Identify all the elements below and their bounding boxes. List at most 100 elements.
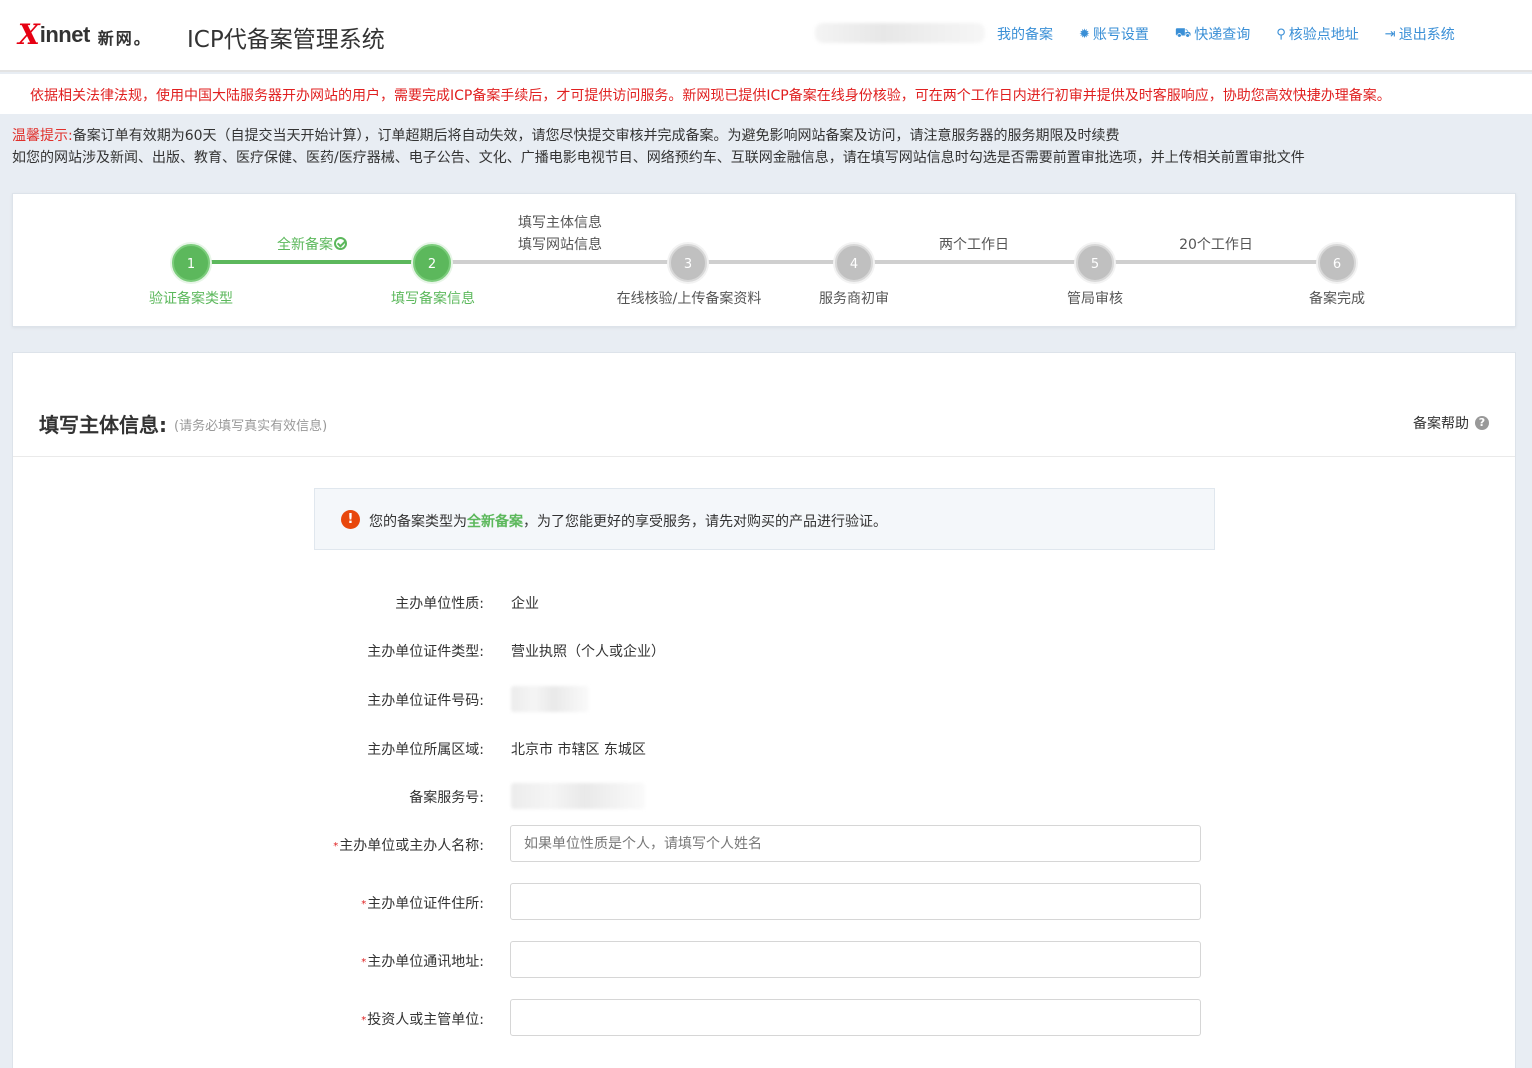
unit-name-label: *主办单位或主办人名称: bbox=[333, 835, 484, 855]
nav-express-query-label: 快递查询 bbox=[1194, 27, 1251, 43]
row-region: 主办单位所属区域: 北京市 市辖区 东城区 bbox=[13, 729, 1515, 767]
row-cert-type: 主办单位证件类型: 营业执照（个人或企业） bbox=[13, 631, 1515, 669]
tips-line-1-text: 备案订单有效期为60天（自提交当天开始计算），订单超期后将自动失效，请您尽快提交… bbox=[72, 128, 1120, 144]
nav-logout[interactable]: ⇥ 退出系统 bbox=[1385, 24, 1455, 44]
connector-1-label: 全新备案 bbox=[277, 234, 347, 254]
tips-label: 温馨提示: bbox=[12, 128, 73, 144]
sign-out-icon: ⇥ bbox=[1384, 26, 1396, 42]
required-mark: * bbox=[361, 957, 367, 968]
nav-verify-address-label: 核验点地址 bbox=[1288, 27, 1359, 43]
row-service-number: 备案服务号: bbox=[13, 777, 1515, 815]
cert-type-value: 营业执照（个人或企业） bbox=[511, 644, 665, 660]
step-2-circle: 2 bbox=[413, 244, 451, 282]
unit-name-input[interactable] bbox=[510, 825, 1201, 862]
header: Xinnet 新网。 ICP代备案管理系统 我的备案 ✹ 账号设置 ⛟ 快递查询 ⚲ 核… bbox=[0, 0, 1532, 72]
region-label: 主办单位所属区域: bbox=[367, 742, 484, 758]
connector-2 bbox=[451, 260, 669, 264]
step-6-circle: 6 bbox=[1318, 244, 1356, 282]
mail-address-input[interactable] bbox=[510, 941, 1201, 978]
service-number-redacted bbox=[511, 783, 645, 809]
nav-verify-address[interactable]: ⚲ 核验点地址 bbox=[1276, 24, 1359, 44]
nav-my-filings-label: 我的备案 bbox=[997, 27, 1053, 43]
form-subtitle: (请务必填写真实有效信息) bbox=[174, 419, 328, 434]
row-cert-number: 主办单位证件号码: bbox=[13, 680, 1515, 718]
logo-innet: innet bbox=[39, 22, 91, 47]
connector-4-label: 两个工作日 bbox=[939, 237, 1009, 253]
row-investor: *投资人或主管单位: bbox=[13, 999, 1515, 1037]
exclamation-circle-icon: ! bbox=[341, 510, 360, 529]
step-2-label: 填写备案信息 bbox=[391, 291, 475, 307]
form-header: 填写主体信息: (请务必填写真实有效信息) 备案帮助? bbox=[13, 353, 1515, 457]
filing-help-label: 备案帮助 bbox=[1413, 416, 1469, 432]
cert-address-label: *主办单位证件住所: bbox=[361, 893, 484, 913]
connector-2-label-line2: 填写网站信息 bbox=[518, 237, 602, 253]
unit-nature-label: 主办单位性质: bbox=[395, 596, 484, 612]
top-nav: 我的备案 ✹ 账号设置 ⛟ 快递查询 ⚲ 核验点地址 ⇥ 退出系统 bbox=[997, 24, 1455, 44]
investor-input[interactable] bbox=[510, 999, 1201, 1036]
legal-notice-bar: 依据相关法律法规，使用中国大陆服务器开办网站的用户，需要完成ICP备案手续后，才… bbox=[0, 74, 1532, 114]
warm-tips: 温馨提示:备案订单有效期为60天（自提交当天开始计算），订单超期后将自动失效，请… bbox=[12, 125, 1305, 169]
app-title: ICP代备案管理系统 bbox=[187, 27, 385, 53]
service-number-label: 备案服务号: bbox=[409, 790, 484, 806]
progress-stepper: 全新备案 填写主体信息 填写网站信息 两个工作日 20个工作日 1 2 3 4 … bbox=[12, 193, 1516, 327]
alert-suffix: ，为了您能更好的享受服务，请先对购买的产品进行验证。 bbox=[523, 514, 887, 530]
check-circle-icon bbox=[334, 237, 347, 250]
alert-filing-type: 全新备案 bbox=[467, 514, 523, 530]
cert-number-redacted bbox=[511, 686, 589, 712]
cert-address-label-text: 主办单位证件住所: bbox=[367, 896, 484, 912]
nav-account-settings[interactable]: ✹ 账号设置 bbox=[1079, 24, 1149, 44]
investor-label-text: 投资人或主管单位: bbox=[367, 1012, 484, 1028]
unit-name-label-text: 主办单位或主办人名称: bbox=[339, 838, 484, 854]
row-unit-nature: 主办单位性质: 企业 bbox=[13, 583, 1515, 621]
tips-line-1: 温馨提示:备案订单有效期为60天（自提交当天开始计算），订单超期后将自动失效，请… bbox=[12, 125, 1305, 147]
step-5-circle: 5 bbox=[1076, 244, 1114, 282]
map-marker-icon: ⚲ bbox=[1276, 26, 1286, 42]
region-value: 北京市 市辖区 东城区 bbox=[511, 742, 646, 758]
connector-3 bbox=[689, 260, 835, 264]
row-unit-name: *主办单位或主办人名称: bbox=[13, 825, 1515, 863]
gear-icon: ✹ bbox=[1079, 26, 1090, 42]
cert-number-label: 主办单位证件号码: bbox=[367, 693, 484, 709]
step-3-label: 在线核验/上传备案资料 bbox=[616, 291, 762, 307]
subject-info-form: 填写主体信息: (请务必填写真实有效信息) 备案帮助? ! 您的备案类型为全新备… bbox=[12, 352, 1516, 1068]
step-5-label: 管局审核 bbox=[1067, 291, 1123, 307]
cert-address-input[interactable] bbox=[510, 883, 1201, 920]
brand-logo[interactable]: Xinnet 新网。 bbox=[18, 20, 152, 50]
step-4-circle: 4 bbox=[835, 244, 873, 282]
logo-cn: 新网。 bbox=[97, 29, 152, 48]
filing-help-link[interactable]: 备案帮助? bbox=[1413, 413, 1489, 433]
connector-5-label: 20个工作日 bbox=[1179, 237, 1253, 253]
row-cert-address: *主办单位证件住所: bbox=[13, 883, 1515, 921]
truck-icon: ⛟ bbox=[1174, 25, 1192, 41]
mail-address-label: *主办单位通讯地址: bbox=[361, 951, 484, 971]
required-mark: * bbox=[361, 899, 367, 910]
connector-2-label-line1: 填写主体信息 bbox=[518, 215, 602, 231]
logo-x: X bbox=[18, 18, 40, 51]
nav-account-settings-label: 账号设置 bbox=[1092, 27, 1149, 43]
required-mark: * bbox=[361, 1015, 367, 1026]
nav-logout-label: 退出系统 bbox=[1398, 27, 1455, 43]
connector-5 bbox=[1097, 260, 1319, 264]
cert-type-label: 主办单位证件类型: bbox=[367, 644, 484, 660]
row-mail-address: *主办单位通讯地址: bbox=[13, 941, 1515, 979]
alert-prefix: 您的备案类型为 bbox=[369, 514, 467, 530]
step-3-circle: 3 bbox=[669, 244, 707, 282]
nav-my-filings[interactable]: 我的备案 bbox=[997, 24, 1053, 44]
unit-nature-value: 企业 bbox=[511, 596, 539, 612]
step-1-label: 验证备案类型 bbox=[149, 291, 233, 307]
connector-1 bbox=[209, 260, 431, 264]
blurred-username bbox=[815, 23, 985, 43]
filing-type-alert: ! 您的备案类型为全新备案，为了您能更好的享受服务，请先对购买的产品进行验证。 bbox=[314, 488, 1215, 550]
step-4-label: 服务商初审 bbox=[819, 291, 889, 307]
nav-express-query[interactable]: ⛟ 快递查询 bbox=[1175, 24, 1250, 44]
connector-4 bbox=[855, 260, 1077, 264]
legal-notice-text: 依据相关法律法规，使用中国大陆服务器开办网站的用户，需要完成ICP备案手续后，才… bbox=[30, 88, 1391, 104]
form-title: 填写主体信息: bbox=[39, 413, 167, 437]
tips-line-2: 如您的网站涉及新闻、出版、教育、医疗保健、医药/医疗器械、电子公告、文化、广播电… bbox=[12, 150, 1305, 166]
question-circle-icon: ? bbox=[1475, 416, 1489, 430]
required-mark: * bbox=[333, 841, 339, 852]
investor-label: *投资人或主管单位: bbox=[361, 1009, 484, 1029]
step-1-circle: 1 bbox=[172, 244, 210, 282]
mail-address-label-text: 主办单位通讯地址: bbox=[367, 954, 484, 970]
step-6-label: 备案完成 bbox=[1309, 291, 1365, 307]
